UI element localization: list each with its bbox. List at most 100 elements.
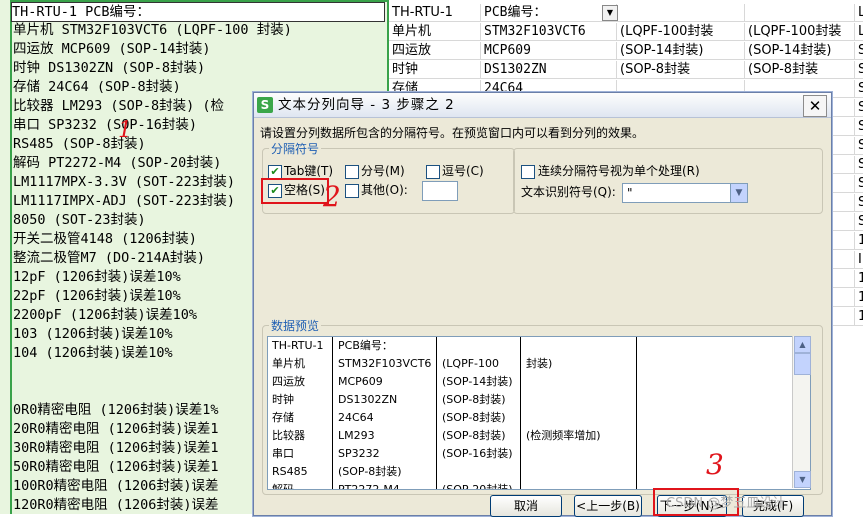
- filter-dropdown-icon[interactable]: ▼: [602, 5, 618, 21]
- other-delimiter-input[interactable]: [422, 181, 458, 201]
- grid-cell[interactable]: (SOP-14封装): [745, 42, 855, 60]
- source-text-row[interactable]: 解码 PT2272-M4 (SOP-20封装): [13, 154, 221, 173]
- grid-cell[interactable]: S: [855, 156, 863, 174]
- source-text-row[interactable]: 50R0精密电阻 (1206封装)误差1: [13, 458, 219, 477]
- source-text-row[interactable]: 22pF (1206封装)误差10%: [13, 287, 181, 306]
- grid-cell[interactable]: S: [855, 175, 863, 193]
- grid-cell[interactable]: S: [855, 42, 863, 60]
- grid-cell[interactable]: S: [855, 137, 863, 155]
- grid-cell[interactable]: S: [855, 61, 863, 79]
- grid-cell[interactable]: S: [855, 99, 863, 117]
- grid-cell[interactable]: (SOP-14封装): [617, 42, 745, 60]
- semicolon-checkbox-label: 分号(M): [361, 164, 405, 178]
- grid-cell[interactable]: (SOP-8封装: [617, 61, 745, 79]
- semicolon-checkbox[interactable]: [345, 165, 359, 179]
- preview-cell: 存储: [272, 411, 294, 424]
- source-text-row[interactable]: 2200pF (1206封装)误差10%: [13, 306, 197, 325]
- preview-column-divider: [520, 337, 521, 489]
- app-logo-icon: S: [257, 97, 273, 113]
- grid-cell[interactable]: (LQPF-100封装: [617, 23, 745, 41]
- grid-cell[interactable]: (SOP-8封装: [745, 61, 855, 79]
- source-text-row[interactable]: 20R0精密电阻 (1206封装)误差1: [13, 420, 219, 439]
- source-text-row[interactable]: 12pF (1206封装)误差10%: [13, 268, 181, 287]
- preview-cell: 四运放: [272, 375, 305, 388]
- space-option-highlight: [261, 178, 329, 204]
- grid-cell[interactable]: MCP609: [481, 42, 617, 60]
- source-text-row[interactable]: 8050 (SOT-23封装): [13, 211, 146, 230]
- grid-cell[interactable]: STM32F103VCT6: [481, 23, 617, 41]
- preview-cell: MCP609: [338, 375, 383, 388]
- preview-cell: 时钟: [272, 393, 294, 406]
- scroll-up-icon[interactable]: ▲: [794, 336, 811, 353]
- text-qualifier-select[interactable]: " ▼: [622, 183, 748, 203]
- text-qualifier-value: ": [627, 186, 633, 200]
- source-text-row[interactable]: 串口 SP3232 (SOP-16封装): [13, 116, 197, 135]
- grid-cell[interactable]: 时钟: [389, 61, 481, 79]
- consecutive-delimiters-checkbox[interactable]: [521, 165, 535, 179]
- grid-cell[interactable]: [617, 4, 745, 22]
- preview-cell: (SOP-8封装): [338, 465, 402, 478]
- chevron-down-icon[interactable]: ▼: [730, 184, 747, 202]
- annotation-mark-2: 2: [323, 180, 341, 213]
- data-preview-pane[interactable]: TH-RTU-1 PCB编号： 单片机 STM32F103VCT6 (LQPF-100 封…: [267, 336, 811, 490]
- grid-cell[interactable]: S: [855, 194, 863, 212]
- comma-checkbox-label: 逗号(C): [442, 164, 484, 178]
- other-checkbox[interactable]: [345, 184, 359, 198]
- source-text-row[interactable]: LM1117IMPX-ADJ (SOT-223封装): [13, 192, 235, 211]
- grid-cell[interactable]: DS1302ZN: [481, 61, 617, 79]
- grid-cell[interactable]: S: [855, 118, 863, 136]
- preview-column-divider: [332, 337, 333, 489]
- dialog-titlebar[interactable]: S 文本分列向导 - 3 步骤之 2 ✕: [254, 93, 831, 118]
- source-text-row[interactable]: 四运放 MCP609 (SOP-14封装): [13, 40, 211, 59]
- delimiters-group-label: 分隔符号: [269, 140, 322, 157]
- source-text-row[interactable]: 104 (1206封装)误差10%: [13, 344, 173, 363]
- comma-checkbox[interactable]: [426, 165, 440, 179]
- source-text-row[interactable]: 120R0精密电阻 (1206封装)误差: [13, 496, 219, 514]
- preview-cell: SP3232: [338, 447, 380, 460]
- grid-cell[interactable]: 1: [855, 308, 863, 326]
- dialog-title: 文本分列向导 - 3 步骤之 2: [278, 97, 455, 113]
- preview-cell: LM293: [338, 429, 375, 442]
- preview-column-divider: [636, 337, 637, 489]
- preview-scrollbar[interactable]: ▲ ▼: [792, 336, 811, 488]
- text-to-columns-dialog: S 文本分列向导 - 3 步骤之 2 ✕ 请设置分列数据所包含的分隔符号。在预览…: [253, 92, 832, 517]
- grid-cell[interactable]: 1: [855, 289, 863, 307]
- source-text-row[interactable]: 比较器 LM293 (SOP-8封装) (检: [13, 97, 224, 116]
- grid-cell[interactable]: PCB编号：: [481, 4, 617, 22]
- source-text-row[interactable]: 时钟 DS1302ZN (SOP-8封装): [13, 59, 205, 78]
- preview-cell: (SOP-14封装): [442, 375, 513, 388]
- source-text-row[interactable]: 0R0精密电阻 (1206封装)误差1%: [13, 401, 219, 420]
- source-text-row[interactable]: 100R0精密电阻 (1206封装)误差: [13, 477, 219, 496]
- close-button[interactable]: ✕: [803, 95, 827, 117]
- preview-cell: PCB编号：: [338, 339, 393, 352]
- grid-cell[interactable]: 单片机: [389, 23, 481, 41]
- tab-checkbox[interactable]: ✔: [268, 165, 282, 179]
- preview-cell: DS1302ZN: [338, 393, 398, 406]
- source-text-row[interactable]: 存储 24C64 (SOP-8封装): [13, 78, 181, 97]
- preview-cell: (SOP-8封装): [442, 393, 506, 406]
- source-text-row[interactable]: 开关二极管4148 (1206封装): [13, 230, 197, 249]
- source-text-row[interactable]: TH-RTU-1 PCB编号：: [11, 2, 385, 22]
- preview-cell: 比较器: [272, 429, 305, 442]
- grid-cell[interactable]: S: [855, 80, 863, 98]
- grid-cell[interactable]: [745, 4, 855, 22]
- source-text-row[interactable]: 30R0精密电阻 (1206封装)误差1: [13, 439, 219, 458]
- grid-cell[interactable]: I: [855, 251, 863, 269]
- scroll-thumb[interactable]: [794, 353, 811, 375]
- grid-cell[interactable]: 1: [855, 270, 863, 288]
- source-text-row[interactable]: 整流二极管M7 (DO-214A封装): [13, 249, 205, 268]
- grid-cell[interactable]: 四运放: [389, 42, 481, 60]
- grid-cell[interactable]: 1: [855, 232, 863, 250]
- scroll-down-icon[interactable]: ▼: [794, 471, 811, 488]
- annotation-mark-3: 3: [706, 448, 724, 481]
- grid-cell[interactable]: (LQPF-100封装: [745, 23, 855, 41]
- grid-cell[interactable]: L: [855, 23, 863, 41]
- source-text-row[interactable]: 单片机 STM32F103VCT6 (LQPF-100 封装): [13, 21, 292, 40]
- selection-border-left: [10, 0, 12, 514]
- source-text-row[interactable]: 103 (1206封装)误差10%: [13, 325, 173, 344]
- grid-cell[interactable]: TH-RTU-1: [389, 4, 481, 22]
- grid-cell[interactable]: L: [855, 4, 863, 22]
- source-text-row[interactable]: LM1117MPX-3.3V (SOT-223封装): [13, 173, 235, 192]
- grid-cell[interactable]: S: [855, 213, 863, 231]
- consecutive-delimiters-label: 连续分隔符号视为单个处理(R): [538, 164, 700, 178]
